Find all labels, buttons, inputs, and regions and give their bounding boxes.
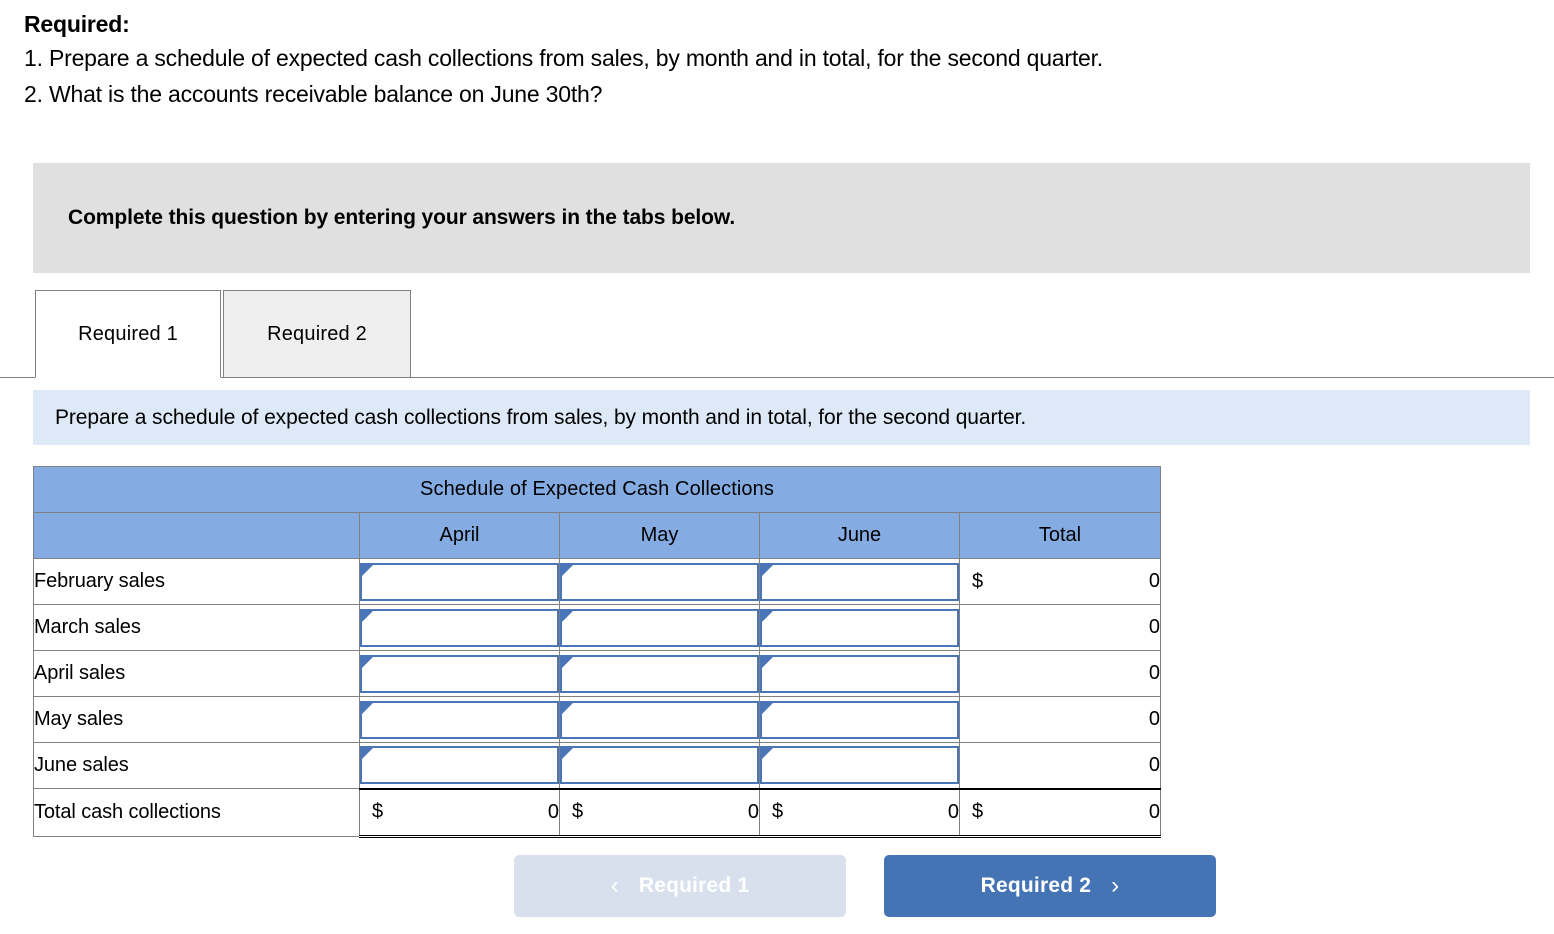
cell-total-april: $ 0 bbox=[359, 787, 560, 838]
tab-required-2-label: Required 2 bbox=[267, 322, 367, 345]
cell-april-june[interactable] bbox=[759, 650, 960, 697]
tab-bar: Required 1 Required 2 bbox=[35, 288, 411, 378]
cell-february-june[interactable] bbox=[759, 558, 960, 605]
input-february-june[interactable] bbox=[760, 562, 959, 601]
required-item-2: 2. What is the accounts receivable balan… bbox=[24, 81, 603, 107]
currency-symbol: $ bbox=[372, 800, 384, 823]
input-may-april[interactable] bbox=[360, 700, 559, 739]
input-march-june[interactable] bbox=[760, 608, 959, 647]
tab-instruction-bar: Prepare a schedule of expected cash coll… bbox=[33, 390, 1530, 445]
cell-february-total: $ 0 bbox=[959, 558, 1161, 605]
cell-february-may[interactable] bbox=[559, 558, 760, 605]
cell-june-june[interactable] bbox=[759, 742, 960, 789]
previous-required-1-button[interactable]: ‹ Required 1 bbox=[514, 855, 846, 917]
chevron-right-icon: › bbox=[1111, 872, 1120, 899]
cell-may-june[interactable] bbox=[759, 696, 960, 743]
input-may-may[interactable] bbox=[560, 700, 759, 739]
header-may: May bbox=[559, 512, 760, 559]
input-april-may[interactable] bbox=[560, 654, 759, 693]
schedule-of-expected-cash-collections-table: Schedule of Expected Cash Collections Ap… bbox=[33, 466, 1161, 838]
value-march-total: 0 bbox=[1148, 616, 1160, 638]
navigation-buttons: ‹ Required 1 Required 2 › bbox=[514, 855, 1216, 917]
input-february-april[interactable] bbox=[360, 562, 559, 601]
table-header-row: April May June Total bbox=[33, 512, 1161, 559]
header-blank bbox=[33, 512, 360, 559]
header-total: Total bbox=[959, 512, 1161, 559]
input-june-april[interactable] bbox=[360, 746, 559, 785]
header-april: April bbox=[359, 512, 560, 559]
header-june: June bbox=[759, 512, 960, 559]
cell-june-may[interactable] bbox=[559, 742, 760, 789]
input-april-june[interactable] bbox=[760, 654, 959, 693]
cell-march-total: 0 bbox=[959, 604, 1161, 651]
cell-april-total: 0 bbox=[959, 650, 1161, 697]
table-title-row: Schedule of Expected Cash Collections bbox=[33, 466, 1161, 513]
row-label-february-sales: February sales bbox=[33, 558, 360, 605]
cell-march-april[interactable] bbox=[359, 604, 560, 651]
value-total-total: 0 bbox=[1148, 800, 1160, 823]
cell-february-april[interactable] bbox=[359, 558, 560, 605]
cell-march-may[interactable] bbox=[559, 604, 760, 651]
input-february-may[interactable] bbox=[560, 562, 759, 601]
value-may-total: 0 bbox=[1148, 708, 1160, 730]
instruction-banner-text: Complete this question by entering your … bbox=[68, 206, 736, 229]
table-row: March sales 0 bbox=[33, 604, 1161, 651]
currency-symbol: $ bbox=[972, 570, 984, 592]
cell-june-april[interactable] bbox=[359, 742, 560, 789]
required-item-1: 1. Prepare a schedule of expected cash c… bbox=[24, 45, 1103, 71]
input-may-june[interactable] bbox=[760, 700, 959, 739]
input-march-april[interactable] bbox=[360, 608, 559, 647]
cell-june-total: 0 bbox=[959, 742, 1161, 789]
currency-symbol: $ bbox=[972, 800, 984, 823]
cell-total-june: $ 0 bbox=[759, 787, 960, 838]
row-label-may-sales: May sales bbox=[33, 696, 360, 743]
tab-required-2[interactable]: Required 2 bbox=[223, 290, 411, 378]
row-label-april-sales: April sales bbox=[33, 650, 360, 697]
tab-required-1-label: Required 1 bbox=[78, 322, 178, 345]
tab-required-1[interactable]: Required 1 bbox=[35, 290, 221, 378]
row-label-march-sales: March sales bbox=[33, 604, 360, 651]
value-june-total: 0 bbox=[1148, 753, 1160, 776]
value-total-may: 0 bbox=[747, 800, 759, 823]
value-april-total: 0 bbox=[1148, 662, 1160, 684]
cell-april-april[interactable] bbox=[359, 650, 560, 697]
page-title: Required: bbox=[24, 11, 130, 37]
cell-april-may[interactable] bbox=[559, 650, 760, 697]
input-march-may[interactable] bbox=[560, 608, 759, 647]
chevron-left-icon: ‹ bbox=[610, 872, 619, 899]
next-required-2-button[interactable]: Required 2 › bbox=[884, 855, 1216, 917]
tab-instruction-text: Prepare a schedule of expected cash coll… bbox=[55, 405, 1027, 429]
previous-button-label: Required 1 bbox=[638, 874, 750, 897]
instruction-banner: Complete this question by entering your … bbox=[33, 163, 1530, 273]
currency-symbol: $ bbox=[772, 800, 784, 823]
cell-total-total: $ 0 bbox=[959, 787, 1161, 838]
input-june-may[interactable] bbox=[560, 746, 759, 785]
table-title: Schedule of Expected Cash Collections bbox=[33, 466, 1161, 513]
table-total-row: Total cash collections $ 0 $ 0 $ 0 $ 0 bbox=[33, 787, 1161, 838]
input-april-april[interactable] bbox=[360, 654, 559, 693]
cell-may-total: 0 bbox=[959, 696, 1161, 743]
value-total-june: 0 bbox=[947, 800, 959, 823]
table-row: May sales 0 bbox=[33, 696, 1161, 743]
table-row: February sales $ 0 bbox=[33, 558, 1161, 605]
cell-march-june[interactable] bbox=[759, 604, 960, 651]
row-label-june-sales: June sales bbox=[33, 742, 360, 789]
cell-may-may[interactable] bbox=[559, 696, 760, 743]
cell-total-may: $ 0 bbox=[559, 787, 760, 838]
row-label-total-cash-collections: Total cash collections bbox=[33, 788, 360, 837]
value-total-april: 0 bbox=[547, 800, 559, 823]
cell-may-april[interactable] bbox=[359, 696, 560, 743]
value-february-total: 0 bbox=[1148, 570, 1160, 592]
input-june-june[interactable] bbox=[760, 746, 959, 785]
required-prompt: Required: 1. Prepare a schedule of expec… bbox=[24, 8, 1534, 112]
table-row: April sales 0 bbox=[33, 650, 1161, 697]
currency-symbol: $ bbox=[572, 800, 584, 823]
table-row: June sales 0 bbox=[33, 742, 1161, 789]
next-button-label: Required 2 bbox=[980, 874, 1092, 897]
